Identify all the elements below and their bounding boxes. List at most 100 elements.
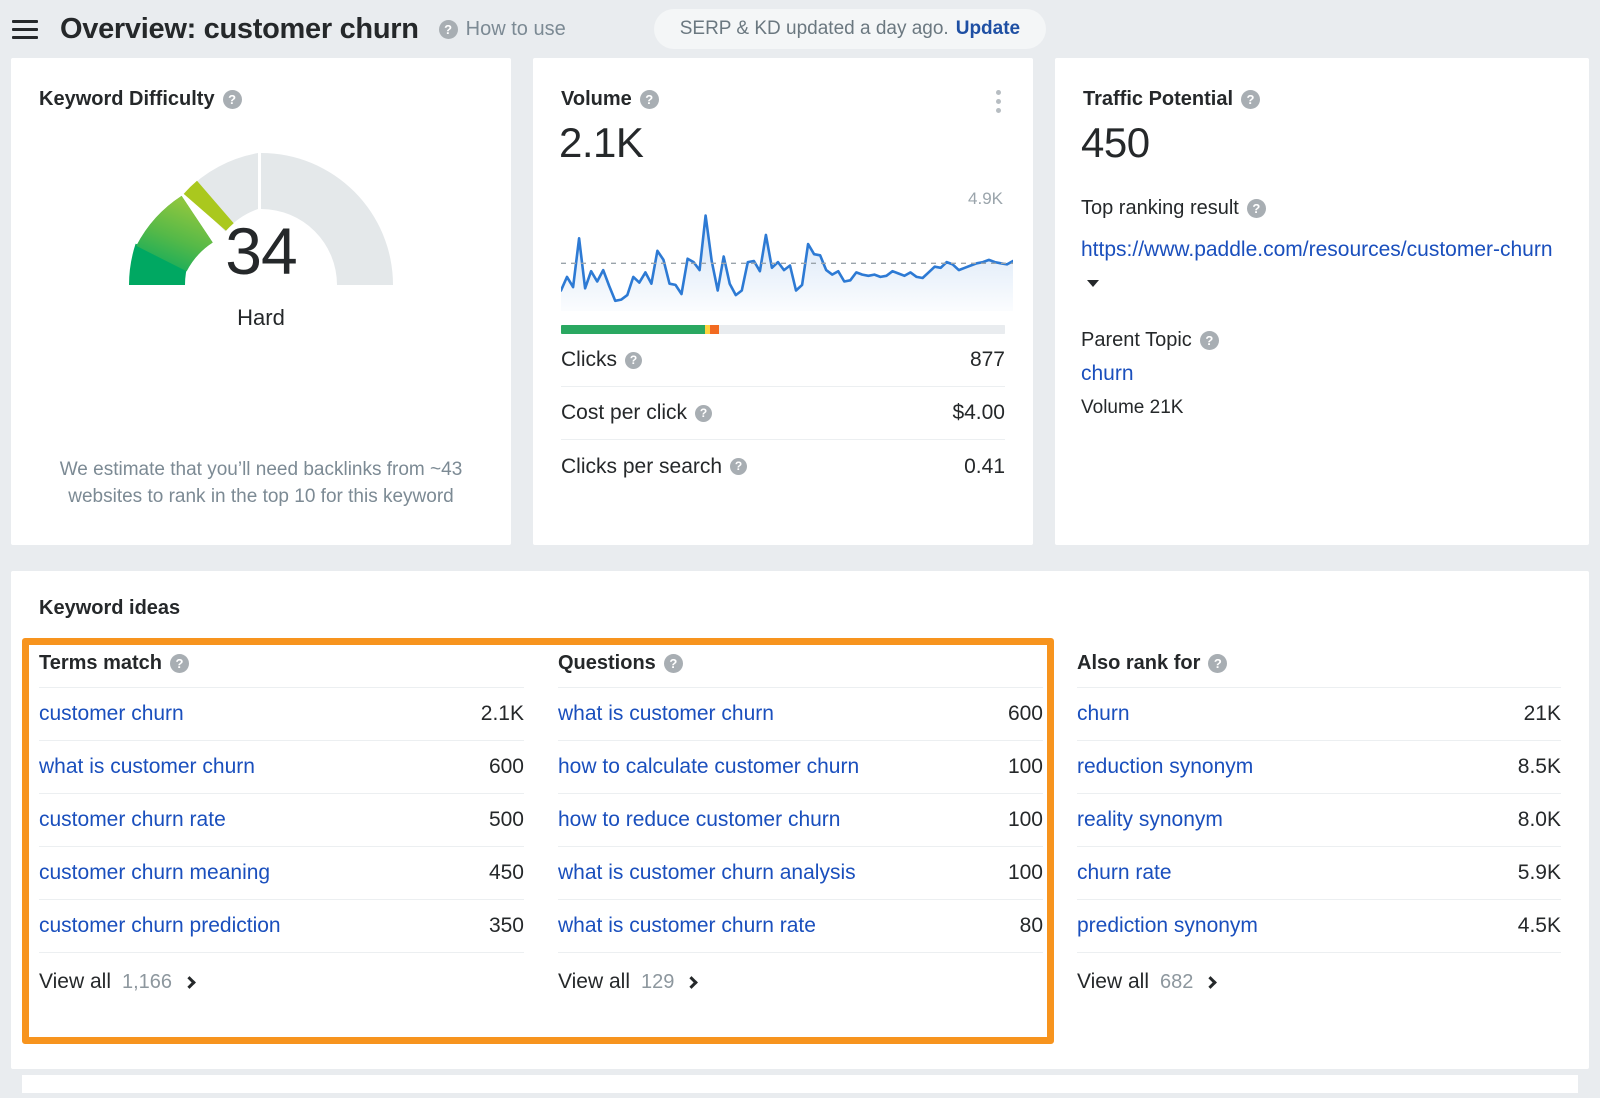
parent-topic-label-row: Parent Topic ? [1055, 329, 1589, 352]
keyword-row: reality synonym 8.0K [1077, 794, 1561, 847]
keyword-link[interactable]: churn rate [1077, 861, 1172, 885]
panel-bottom-strip [22, 1075, 1578, 1093]
keyword-row: customer churn meaning 450 [39, 847, 524, 900]
keyword-link[interactable]: reality synonym [1077, 808, 1223, 832]
top-ranking-result-link-row[interactable]: https://www.paddle.com/resources/custome… [1055, 233, 1589, 299]
keyword-volume: 21K [1523, 702, 1561, 725]
metric-row-clicks: Clicks ? 877 [561, 334, 1005, 387]
chevron-right-icon[interactable] [1204, 975, 1218, 989]
volume-metric-list: Clicks ? 877 Cost per click ? $4.00 Clic… [561, 334, 1005, 493]
clicks-bar-paid-clicks [710, 325, 720, 334]
view-all-count: 129 [640, 970, 675, 993]
keyword-link[interactable]: what is customer churn analysis [558, 861, 856, 885]
keyword-link[interactable]: how to calculate customer churn [558, 755, 859, 779]
help-icon[interactable]: ? [730, 458, 748, 475]
parent-topic-volume: Volume 21K [1081, 397, 1184, 419]
column-header-label: Also rank for [1077, 652, 1201, 674]
view-all-link[interactable]: View all 1,166 [39, 953, 524, 1011]
update-button[interactable]: Update [956, 18, 1020, 40]
help-icon[interactable]: ? [222, 90, 242, 109]
clicks-bar-remainder [719, 325, 1005, 334]
app-header: Overview: customer churn ? How to use SE… [0, 0, 1600, 58]
top-ranking-result-url[interactable]: https://www.paddle.com/resources/custome… [1081, 238, 1553, 261]
metric-row-cost-per-click: Cost per click ? $4.00 [561, 387, 1005, 440]
keyword-volume: 500 [488, 808, 524, 831]
keyword-row: how to calculate customer churn 100 [558, 741, 1043, 794]
kebab-dot [996, 99, 1001, 104]
keyword-link[interactable]: customer churn meaning [39, 861, 270, 885]
traffic-potential-value: 450 [1081, 119, 1150, 166]
view-all-count: 682 [1159, 970, 1194, 993]
how-to-use-link[interactable]: ? How to use [438, 18, 566, 41]
help-icon[interactable]: ? [1208, 654, 1228, 673]
parent-topic-link[interactable]: churn [1055, 362, 1589, 386]
help-icon[interactable]: ? [170, 654, 190, 673]
keyword-link[interactable]: reduction synonym [1077, 755, 1253, 779]
view-all-link[interactable]: View all 682 [1077, 953, 1561, 1011]
keyword-difficulty-card: Keyword Difficulty ? 34 Hard We estimate… [11, 58, 511, 545]
view-all-label: View all [39, 970, 111, 993]
volume-card: Volume ? 2.1K 4.9K Clicks ? 877 Cost per… [533, 58, 1033, 545]
view-all-link[interactable]: View all 129 [558, 953, 1043, 1011]
keyword-difficulty-label: Keyword Difficulty [39, 88, 215, 110]
help-icon[interactable]: ? [1199, 331, 1219, 351]
help-icon[interactable]: ? [639, 90, 659, 109]
keyword-ideas-columns: Terms match? customer churn 2.1K what is cu… [11, 640, 1589, 1011]
top-ranking-result-label-row: Top ranking result ? [1055, 197, 1589, 220]
hamburger-bar [12, 27, 38, 31]
serp-update-banner[interactable]: SERP & KD updated a day ago. Update [653, 9, 1047, 49]
chevron-down-icon[interactable] [1087, 280, 1099, 288]
kebab-dot [996, 108, 1001, 113]
view-all-count: 1,166 [121, 970, 173, 993]
column-header: Also rank for? [1077, 640, 1561, 688]
keyword-volume: 8.0K [1517, 808, 1561, 831]
keyword-ideas-column: Terms match? customer churn 2.1K what is cu… [22, 640, 541, 1011]
traffic-potential-label: Traffic Potential [1083, 88, 1234, 110]
help-icon[interactable]: ? [663, 654, 683, 673]
metric-name: Clicks per search [561, 454, 723, 478]
volume-label: Volume [561, 88, 632, 110]
keyword-link[interactable]: customer churn rate [39, 808, 226, 832]
column-header: Terms match? [39, 640, 524, 688]
metric-row-clicks-per-search: Clicks per search ? 0.41 [561, 440, 1005, 493]
help-icon[interactable]: ? [625, 351, 642, 369]
help-icon[interactable]: ? [438, 19, 458, 39]
column-header-label: Questions [558, 652, 656, 674]
keyword-volume: 5.9K [1517, 861, 1561, 884]
traffic-potential-title: Traffic Potential ? [1055, 58, 1589, 111]
hamburger-bar [12, 35, 38, 39]
volume-sparkline-chart: 4.9K [533, 189, 1033, 311]
more-vertical-icon[interactable] [996, 90, 1001, 113]
keyword-volume: 450 [488, 861, 524, 884]
keyword-link[interactable]: how to reduce customer churn [558, 808, 840, 832]
keyword-row: reduction synonym 8.5K [1077, 741, 1561, 794]
chevron-right-icon[interactable] [685, 975, 699, 989]
keyword-ideas-column: Questions? what is customer churn 600 how t… [541, 640, 1060, 1011]
keyword-difficulty-gauge: 34 Hard [11, 129, 511, 334]
keyword-volume: 600 [1007, 702, 1043, 725]
keyword-link[interactable]: prediction synonym [1077, 914, 1258, 938]
keyword-link[interactable]: what is customer churn [39, 755, 255, 779]
keyword-link[interactable]: what is customer churn [558, 702, 774, 726]
help-icon[interactable]: ? [1241, 90, 1261, 109]
hamburger-menu-icon[interactable] [12, 17, 42, 41]
keyword-ideas-title: Keyword ideas [39, 597, 181, 619]
keyword-row: prediction synonym 4.5K [1077, 900, 1561, 953]
keyword-volume: 100 [1007, 808, 1043, 831]
page-title: Overview: customer churn [60, 12, 419, 45]
keyword-link[interactable]: customer churn [39, 702, 184, 726]
keyword-difficulty-note: We estimate that you’ll need backlinks f… [59, 459, 463, 508]
help-icon[interactable]: ? [1246, 199, 1266, 218]
keyword-row: what is customer churn 600 [558, 688, 1043, 741]
keyword-row: what is customer churn 600 [39, 741, 524, 794]
chevron-right-icon[interactable] [183, 975, 196, 989]
keyword-volume: 2.1K [480, 702, 524, 725]
parent-topic-label: Parent Topic [1081, 329, 1192, 352]
keyword-link[interactable]: what is customer churn rate [558, 914, 816, 938]
keyword-link[interactable]: churn [1077, 702, 1130, 726]
keyword-row: churn rate 5.9K [1077, 847, 1561, 900]
keyword-link[interactable]: customer churn prediction [39, 914, 281, 938]
help-icon[interactable]: ? [695, 404, 713, 422]
keyword-row: how to reduce customer churn 100 [558, 794, 1043, 847]
view-all-label: View all [558, 970, 630, 993]
